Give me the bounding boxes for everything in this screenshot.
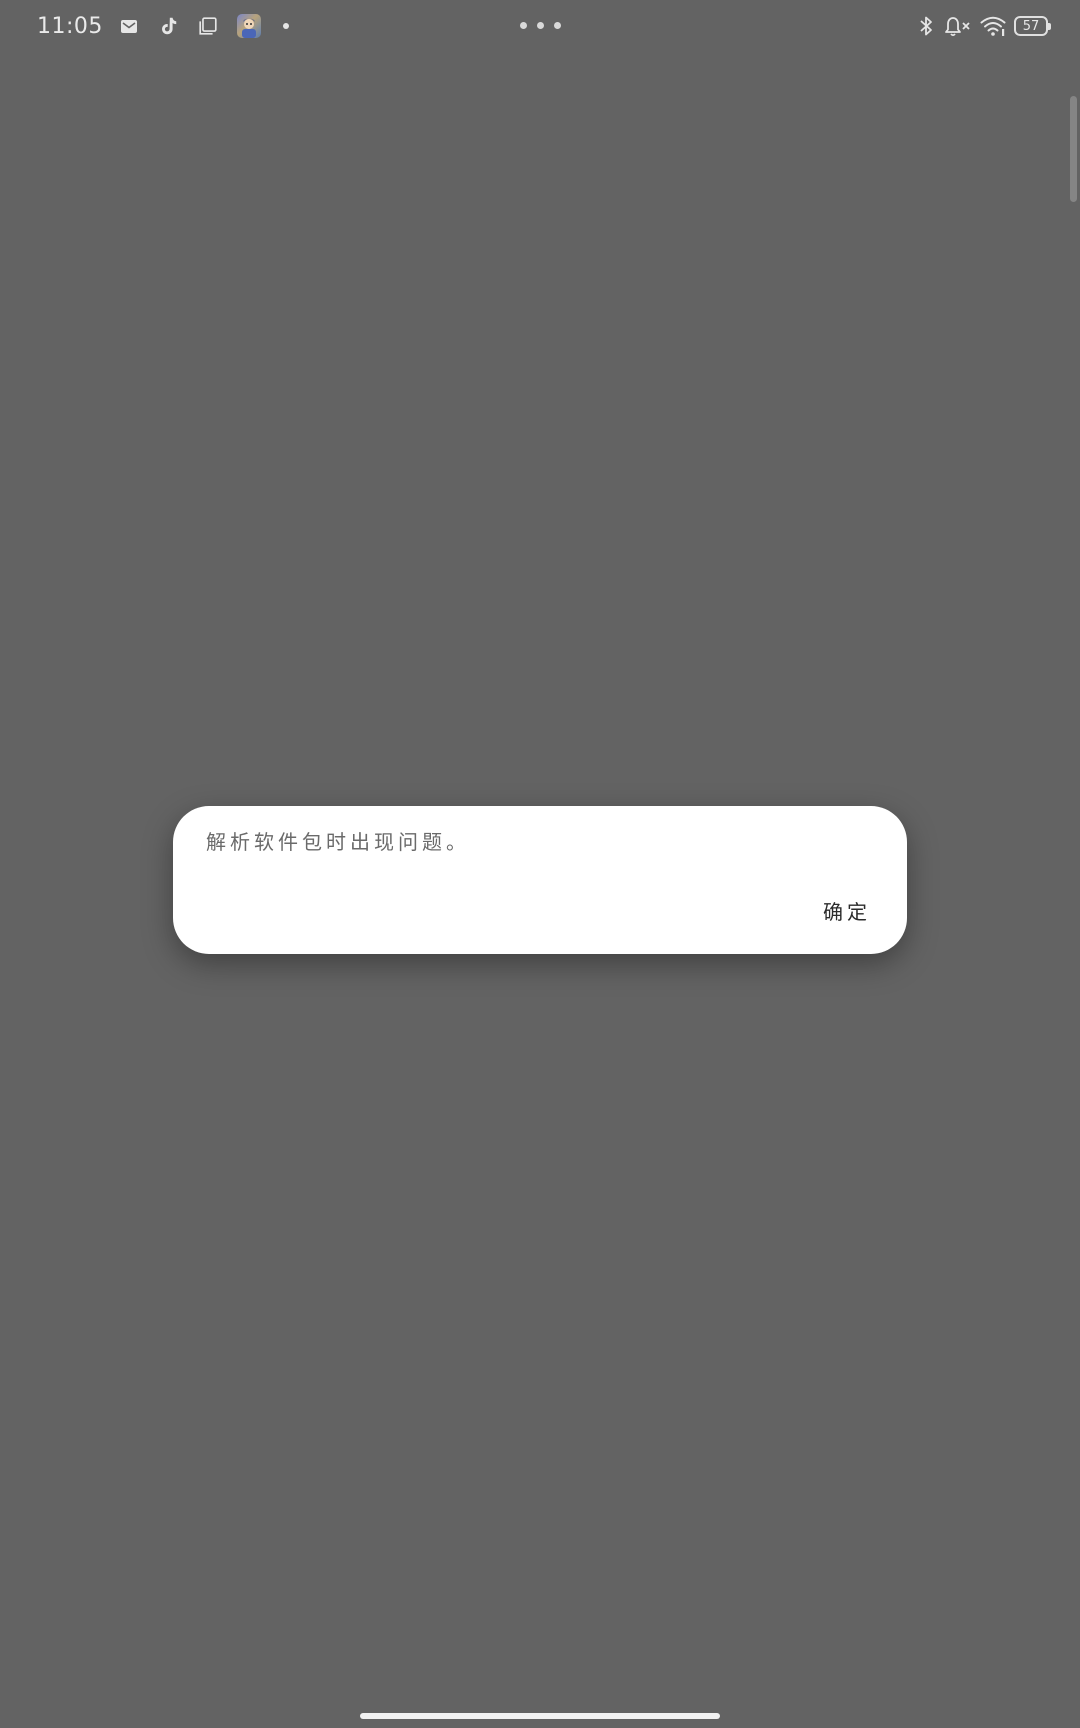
screen: 11:05 57 解析软件包时出现问题。 确定: [0, 0, 1080, 1728]
status-bar: 11:05 57: [0, 0, 1080, 52]
dialog-message: 解析软件包时出现问题。: [206, 830, 470, 854]
status-left: 11:05: [37, 10, 289, 42]
status-time: 11:05: [37, 13, 103, 39]
status-right: 57: [918, 12, 1051, 40]
scrollbar-thumb[interactable]: [1070, 96, 1077, 202]
home-gesture-bar[interactable]: [360, 1713, 720, 1719]
battery-icon: 57: [1014, 16, 1051, 36]
battery-level: 57: [1022, 18, 1040, 34]
app-avatar-icon: [236, 14, 261, 38]
multitask-dots[interactable]: [520, 22, 561, 29]
mail-icon: [120, 19, 137, 33]
notification-dot-icon: [282, 23, 289, 29]
wifi-icon: [980, 15, 1006, 37]
bluetooth-icon: [918, 14, 934, 38]
error-dialog: 解析软件包时出现问题。 确定: [173, 806, 907, 954]
dot-icon: [554, 22, 561, 29]
tiktok-icon: [149, 15, 179, 37]
ok-button[interactable]: 确定: [819, 890, 875, 931]
copy-icon: [191, 15, 219, 37]
bell-muted-icon: [942, 14, 972, 38]
dot-icon: [520, 22, 527, 29]
dot-icon: [537, 22, 544, 29]
